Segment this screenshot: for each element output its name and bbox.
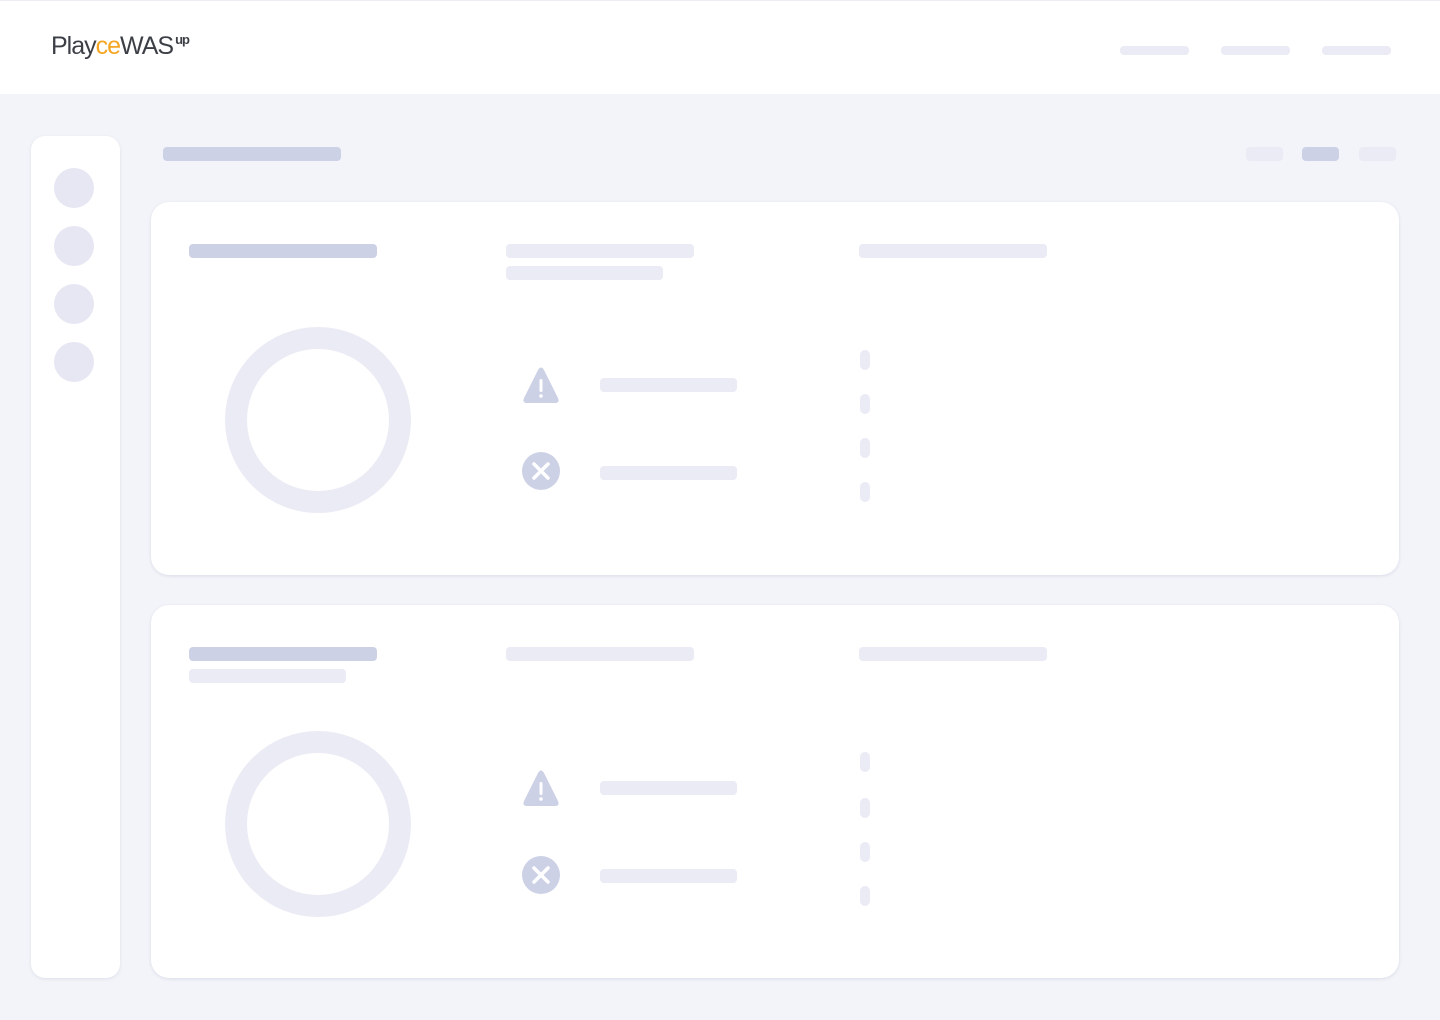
pill-placeholder: [860, 350, 870, 370]
card-1: [151, 202, 1399, 575]
pill-placeholder: [860, 886, 870, 906]
text-placeholder: [506, 244, 694, 258]
text-placeholder: [600, 869, 737, 883]
nav-placeholder-2[interactable]: [1221, 46, 1290, 55]
sidebar-item-placeholder[interactable]: [54, 226, 94, 266]
pill-placeholder: [860, 842, 870, 862]
sidebar: [31, 136, 120, 978]
text-placeholder: [506, 266, 663, 280]
logo-sup: up: [175, 32, 190, 47]
nav-placeholder-1[interactable]: [1120, 46, 1189, 55]
action-placeholder-3[interactable]: [1359, 147, 1396, 161]
text-placeholder: [189, 669, 346, 683]
text-placeholder: [600, 378, 737, 392]
logo[interactable]: PlayceWAS up: [51, 32, 190, 61]
sidebar-item-placeholder[interactable]: [54, 284, 94, 324]
pill-placeholder: [860, 394, 870, 414]
donut-placeholder: [225, 327, 411, 513]
text-placeholder: [859, 244, 1047, 258]
logo-text-was: WAS: [120, 32, 174, 60]
error-icon: [522, 452, 560, 490]
page-title-placeholder: [163, 147, 341, 161]
action-placeholder-1[interactable]: [1246, 147, 1283, 161]
pill-placeholder: [860, 482, 870, 502]
card-title-placeholder: [189, 647, 377, 661]
text-placeholder: [600, 466, 737, 480]
donut-placeholder: [225, 731, 411, 917]
warning-icon: [523, 770, 559, 806]
text-placeholder: [859, 647, 1047, 661]
action-placeholder-2[interactable]: [1302, 147, 1339, 161]
error-icon: [522, 856, 560, 894]
card-title-placeholder: [189, 244, 377, 258]
nav-placeholder-3[interactable]: [1322, 46, 1391, 55]
card-2: [151, 605, 1399, 978]
pill-placeholder: [860, 752, 870, 772]
logo-text: Play: [51, 32, 97, 60]
header: PlayceWAS up: [0, 0, 1440, 94]
sidebar-item-placeholder[interactable]: [54, 168, 94, 208]
sidebar-item-placeholder[interactable]: [54, 342, 94, 382]
text-placeholder: [600, 781, 737, 795]
pill-placeholder: [860, 438, 870, 458]
pill-placeholder: [860, 798, 870, 818]
warning-icon: [523, 367, 559, 403]
logo-accent: ce: [95, 32, 121, 60]
text-placeholder: [506, 647, 694, 661]
